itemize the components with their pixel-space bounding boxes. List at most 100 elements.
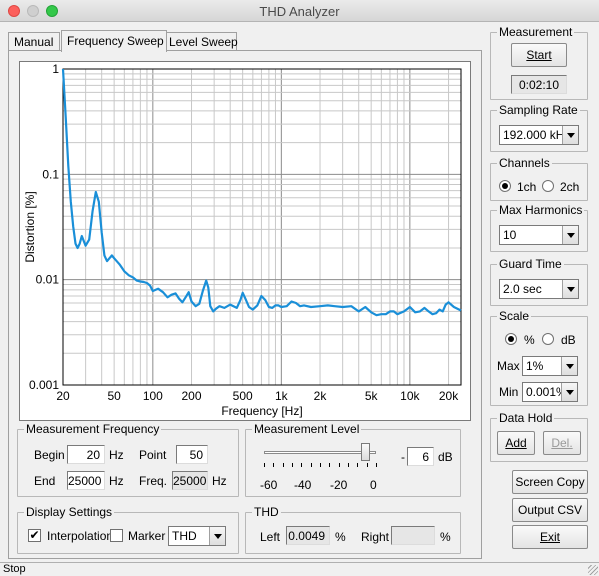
add-button[interactable]: Add bbox=[497, 431, 535, 455]
start-button[interactable]: Start bbox=[511, 43, 567, 67]
x-tick-label: 2k bbox=[314, 389, 328, 403]
x-tick-label: 1k bbox=[275, 389, 289, 403]
chevron-down-icon[interactable] bbox=[209, 527, 225, 545]
tab-frequency-sweep[interactable]: Frequency Sweep bbox=[61, 30, 167, 52]
max-harmonics-value: 10 bbox=[503, 228, 517, 242]
x-tick-label: 10k bbox=[400, 389, 420, 403]
slider-tick bbox=[292, 463, 293, 467]
data-hold-group: Data Hold Add Del. bbox=[490, 411, 588, 462]
channel-1ch-radio[interactable] bbox=[499, 180, 511, 192]
level-field[interactable]: 6 bbox=[407, 447, 434, 466]
slider-tick bbox=[329, 463, 331, 467]
thd-group: THD Left 0.0049 % Right % bbox=[245, 505, 461, 554]
interpolation-label: Interpolation bbox=[47, 529, 114, 543]
x-tick-label: 5k bbox=[365, 389, 379, 403]
interpolation-checkbox[interactable]: ✔ bbox=[28, 529, 41, 542]
exit-button-label: Exit bbox=[539, 530, 560, 544]
sampling-rate-select[interactable]: 192.000 kHz bbox=[499, 125, 579, 145]
measurement-frequency-group: Measurement Frequency Begin 20 Hz Point … bbox=[17, 422, 239, 497]
scale-db-radio[interactable] bbox=[542, 333, 554, 345]
scale-min-select[interactable]: 0.001% bbox=[522, 382, 578, 402]
resize-grip-icon[interactable] bbox=[588, 565, 598, 575]
end-unit: Hz bbox=[109, 474, 124, 488]
display-mode-select[interactable]: THD bbox=[168, 526, 226, 546]
thd-right-label: Right bbox=[361, 530, 390, 544]
start-button-label: Start bbox=[526, 48, 552, 62]
begin-unit: Hz bbox=[109, 448, 124, 462]
guard-time-legend: Guard Time bbox=[497, 257, 564, 271]
guard-time-value: 2.0 sec bbox=[503, 282, 542, 296]
end-field[interactable]: 25000 bbox=[67, 471, 105, 490]
point-label: Point bbox=[139, 448, 167, 462]
del-button: Del. bbox=[543, 431, 581, 455]
measurement-group: Measurement Start 0:02:10 bbox=[490, 25, 588, 100]
sampling-rate-value: 192.000 kHz bbox=[503, 128, 571, 142]
status-bar: Stop bbox=[0, 562, 599, 576]
screen-copy-button[interactable]: Screen Copy bbox=[512, 470, 588, 494]
app-body: Manual Frequency Sweep Level Sweep 20 50 1… bbox=[0, 22, 599, 562]
chevron-down-icon[interactable] bbox=[562, 226, 578, 244]
measurement-level-legend: Measurement Level bbox=[252, 422, 362, 436]
thd-left-value: 0.0049 bbox=[286, 526, 330, 545]
tab-manual[interactable]: Manual bbox=[8, 32, 60, 52]
max-harmonics-group: Max Harmonics 10 bbox=[490, 203, 588, 252]
frequency-sweep-panel: 20 50 100 200 500 1k 2k 5k 10k 20k 0.001 0.01 0.1 1 Fr… bbox=[8, 50, 482, 559]
thd-legend: THD bbox=[252, 505, 281, 519]
max-harmonics-select[interactable]: 10 bbox=[499, 225, 579, 245]
marker-checkbox[interactable] bbox=[110, 529, 123, 542]
level-sign: - bbox=[401, 450, 405, 464]
y-tick-label: 1 bbox=[52, 62, 59, 76]
slider-tick bbox=[310, 463, 312, 467]
level-tick-label: -60 bbox=[260, 478, 278, 492]
chevron-down-icon[interactable] bbox=[561, 383, 577, 401]
elapsed-time: 0:02:10 bbox=[511, 75, 567, 94]
x-tick-label: 50 bbox=[107, 389, 121, 403]
thd-chart: 20 50 100 200 500 1k 2k 5k 10k 20k0.0010.010.11Fr… bbox=[23, 62, 462, 418]
distortion-series-line bbox=[61, 68, 462, 317]
channel-2ch-radio[interactable] bbox=[542, 180, 554, 192]
plot-area-border bbox=[62, 68, 462, 386]
slider-tick bbox=[338, 463, 340, 467]
title-bar: THD Analyzer bbox=[0, 0, 599, 22]
point-field[interactable]: 50 bbox=[176, 445, 208, 464]
output-csv-button[interactable]: Output CSV bbox=[512, 498, 588, 522]
scale-min-label: Min bbox=[499, 385, 519, 399]
level-slider-thumb[interactable] bbox=[360, 443, 370, 461]
marker-label: Marker bbox=[128, 529, 166, 543]
chevron-down-icon[interactable] bbox=[561, 357, 577, 375]
sampling-rate-legend: Sampling Rate bbox=[497, 103, 580, 117]
channel-2ch-label: 2ch bbox=[560, 180, 580, 194]
begin-field[interactable]: 20 bbox=[67, 445, 105, 464]
chevron-down-icon[interactable] bbox=[562, 126, 578, 144]
chevron-down-icon[interactable] bbox=[562, 280, 578, 298]
slider-tick bbox=[348, 463, 349, 467]
x-tick-label: 100 bbox=[143, 389, 163, 403]
slider-tick bbox=[366, 463, 368, 467]
guard-time-group: Guard Time 2.0 sec bbox=[490, 257, 588, 306]
begin-label: Begin bbox=[34, 448, 65, 462]
freq-readout: 25000 bbox=[172, 471, 208, 490]
channels-group: Channels 1ch 2ch bbox=[490, 156, 588, 201]
add-button-label: Add bbox=[505, 436, 527, 450]
slider-tick bbox=[301, 463, 303, 467]
end-label: End bbox=[34, 474, 56, 488]
measurement-legend: Measurement bbox=[497, 25, 575, 39]
channels-legend: Channels bbox=[497, 156, 552, 170]
y-tick-label: 0.01 bbox=[36, 273, 60, 287]
scale-max-select[interactable]: 1% bbox=[522, 356, 578, 376]
exit-button[interactable]: Exit bbox=[512, 525, 588, 549]
scale-max-label: Max bbox=[497, 359, 520, 373]
status-text: Stop bbox=[3, 563, 26, 575]
guard-time-select[interactable]: 2.0 sec bbox=[499, 279, 579, 299]
thd-right-value bbox=[391, 526, 435, 545]
measurement-frequency-legend: Measurement Frequency bbox=[24, 422, 162, 436]
level-tick-label: 0 bbox=[370, 478, 377, 492]
thd-left-label: Left bbox=[260, 530, 281, 544]
level-slider-track[interactable] bbox=[264, 451, 376, 454]
x-tick-label: 200 bbox=[181, 389, 201, 403]
max-harmonics-legend: Max Harmonics bbox=[497, 203, 585, 217]
tab-level-sweep[interactable]: Level Sweep bbox=[163, 32, 238, 52]
display-settings-group: Display Settings ✔ Interpolation Marker … bbox=[17, 505, 239, 554]
y-tick-label: 0.1 bbox=[42, 167, 59, 181]
scale-percent-radio[interactable] bbox=[505, 333, 517, 345]
